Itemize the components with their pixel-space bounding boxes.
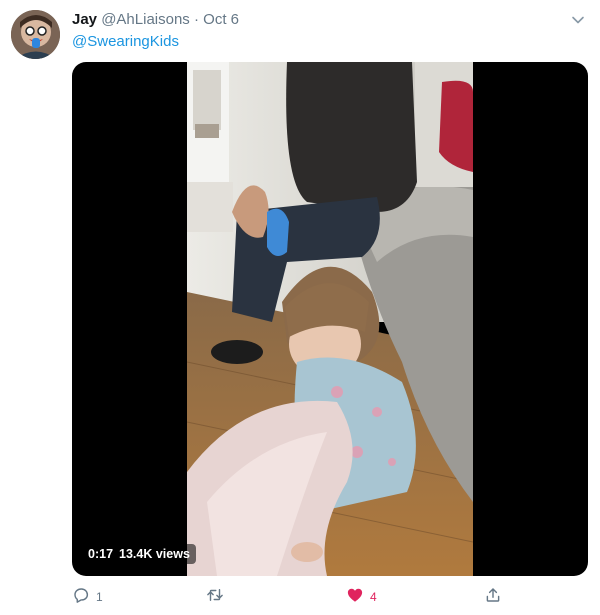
retweet-icon: [206, 586, 224, 609]
like-count: 4: [370, 590, 377, 604]
retweet-button[interactable]: [206, 585, 230, 609]
tweet-date[interactable]: Oct 6: [203, 11, 239, 28]
share-button[interactable]: [484, 585, 502, 609]
tweet-card: Jay @AhLiaisons · Oct 6 @SwearingKids 0:…: [0, 0, 600, 615]
like-button[interactable]: 4: [346, 585, 377, 609]
avatar-image: [11, 10, 60, 59]
tweet-actions: 1 4: [72, 585, 588, 609]
heart-icon: [346, 586, 364, 609]
tweet-header: Jay @AhLiaisons · Oct 6: [72, 11, 239, 29]
video-overlay: 0:17 13.4K views: [82, 544, 196, 564]
share-icon: [484, 586, 502, 609]
video-view-count: 13.4K views: [119, 547, 190, 561]
video-frame: [187, 62, 473, 576]
tweet-text-mention[interactable]: @SwearingKids: [72, 33, 179, 51]
reply-count: 1: [96, 590, 103, 604]
author-display-name[interactable]: Jay: [72, 11, 97, 28]
avatar[interactable]: [11, 10, 60, 59]
reply-icon: [72, 586, 90, 609]
reply-button[interactable]: 1: [72, 585, 103, 609]
author-handle[interactable]: @AhLiaisons: [101, 11, 190, 28]
video-player[interactable]: 0:17 13.4K views: [72, 62, 588, 576]
header-separator: ·: [193, 11, 199, 28]
more-chevron-icon[interactable]: [570, 12, 586, 28]
video-still-image: [187, 62, 473, 576]
video-elapsed-time: 0:17: [88, 547, 114, 561]
